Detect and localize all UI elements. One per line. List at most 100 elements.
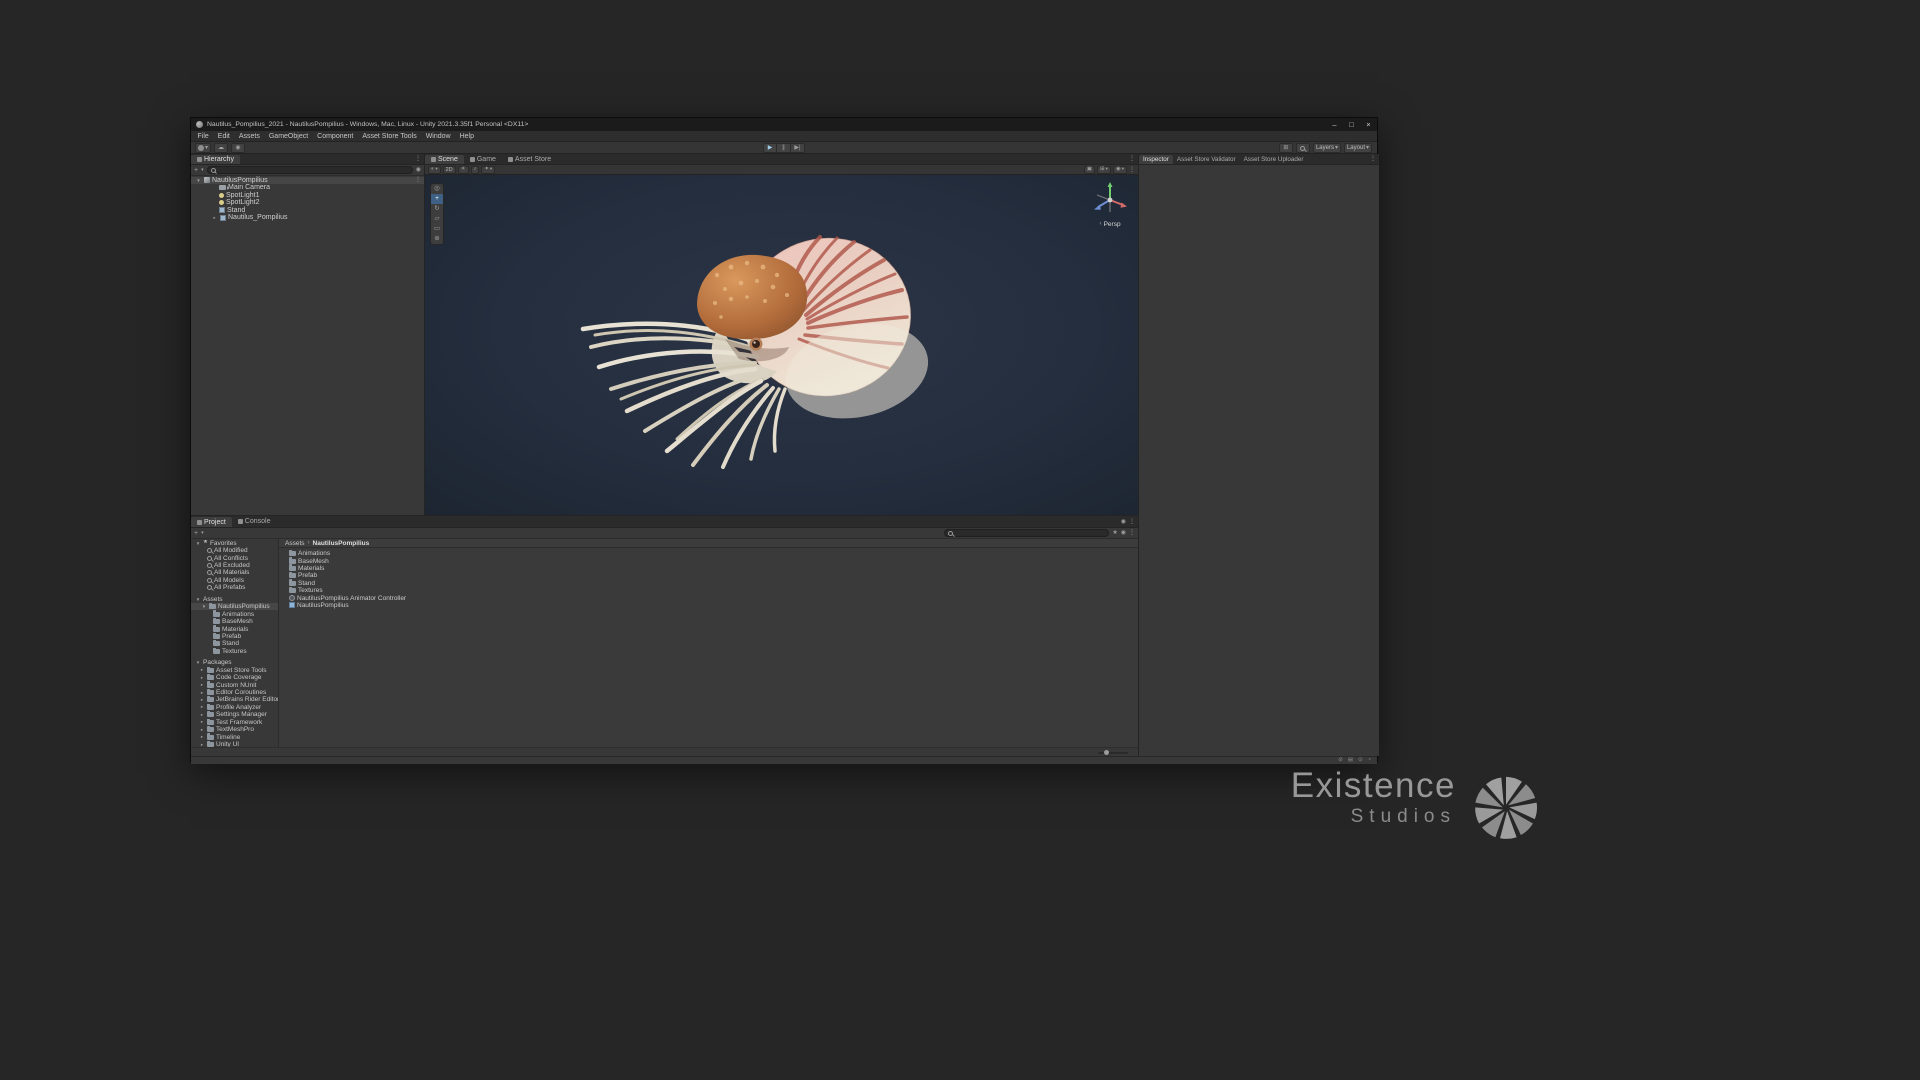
favorite-all-materials[interactable]: All Materials <box>191 569 278 576</box>
tab-console[interactable]: Console <box>232 516 277 527</box>
kebab-menu-icon[interactable]: ⋮ <box>1129 530 1135 536</box>
account-button[interactable]: ▾ <box>195 143 212 153</box>
favorites-header[interactable]: ▼ ★ Favorites <box>191 540 278 547</box>
create-dropdown-icon[interactable]: ▾ <box>201 167 204 173</box>
tree-item-textures[interactable]: Textures <box>191 647 278 655</box>
foldout-closed-icon[interactable]: ▸ <box>199 712 205 718</box>
foldout-closed-icon[interactable]: ▸ <box>199 704 205 710</box>
scene-orientation-gizmo[interactable] <box>1088 178 1132 222</box>
scale-tool-button[interactable]: ▱ <box>431 214 443 224</box>
file-basemesh[interactable]: BaseMesh <box>289 557 1138 565</box>
cloud-button[interactable]: ☁ <box>214 143 229 153</box>
maximize-button[interactable]: □ <box>1343 118 1360 131</box>
kebab-menu-icon[interactable]: ⋮ <box>1129 156 1135 162</box>
file-stand[interactable]: Stand <box>289 579 1138 587</box>
foldout-closed-icon[interactable]: ▸ <box>199 727 205 733</box>
foldout-open-icon[interactable]: ▼ <box>195 178 202 183</box>
foldout-closed-icon[interactable]: ▸ <box>199 667 205 673</box>
console-errors-icon[interactable]: ⊘ <box>1338 757 1343 764</box>
favorite-all-prefabs[interactable]: All Prefabs <box>191 584 278 591</box>
kebab-menu-icon[interactable]: ⋮ <box>1129 519 1135 525</box>
file-animations[interactable]: Animations <box>289 549 1138 557</box>
foldout-open-icon[interactable]: ▼ <box>195 541 201 546</box>
package-custom-nunit[interactable]: ▸ Custom NUnit <box>191 681 278 689</box>
favorite-all-excluded[interactable]: All Excluded <box>191 562 278 569</box>
file-animator-controller[interactable]: NautilusPompilius Animator Controller <box>289 594 1138 602</box>
file-nautilus-prefab[interactable]: NautilusPompilius <box>289 602 1138 609</box>
foldout-closed-icon[interactable]: ▸ <box>199 690 205 696</box>
create-asset-dropdown-icon[interactable]: ▾ <box>201 530 204 536</box>
tree-item-nautiluspompilius[interactable]: ▼ NautilusPompilius <box>191 603 278 611</box>
foldout-closed-icon[interactable]: ▸ <box>211 215 218 221</box>
play-button[interactable]: ▶ <box>763 143 777 153</box>
foldout-closed-icon[interactable]: ▸ <box>199 734 205 740</box>
tree-item-animations[interactable]: Animations <box>191 610 278 618</box>
package-profile-analyzer[interactable]: ▸ Profile Analyzer <box>191 703 278 711</box>
scene-audio-toggle[interactable]: ♪ <box>470 165 480 174</box>
foldout-closed-icon[interactable]: ▸ <box>199 682 205 688</box>
menu-component[interactable]: Component <box>313 133 358 140</box>
tree-item-stand[interactable]: Stand <box>191 640 278 647</box>
hierarchy-search-input[interactable] <box>206 166 413 174</box>
foldout-open-icon[interactable]: ▼ <box>195 597 201 602</box>
foldout-open-icon[interactable]: ▼ <box>195 660 201 665</box>
package-asset-store-tools[interactable]: ▸ Asset Store Tools <box>191 666 278 674</box>
thumbnail-zoom-slider[interactable] <box>1098 750 1128 755</box>
tab-inspector[interactable]: Inspector <box>1139 155 1173 164</box>
hierarchy-item-nautilus[interactable]: ▸ Nautilus_Pompilius <box>191 214 424 222</box>
perspective-toggle[interactable]: ‹ Persp <box>1075 221 1138 229</box>
package-timeline[interactable]: ▸ Timeline <box>191 733 278 741</box>
foldout-closed-icon[interactable]: ▸ <box>199 697 205 703</box>
view-tool-button[interactable]: ◎ <box>431 184 443 194</box>
tree-item-materials[interactable]: Materials <box>191 625 278 633</box>
effects-dropdown[interactable]: ✦ ▾ <box>481 165 496 174</box>
layers-dropdown[interactable]: Layers ▾ <box>1312 143 1341 153</box>
tab-asset-store-validator[interactable]: Asset Store Validator <box>1173 154 1240 164</box>
toggle-2d-button[interactable]: 2D <box>442 165 456 174</box>
package-test-framework[interactable]: ▸ Test Framework <box>191 718 278 726</box>
tab-hierarchy[interactable]: Hierarchy <box>191 155 240 164</box>
close-button[interactable]: × <box>1360 118 1377 131</box>
assets-header[interactable]: ▼ Assets <box>191 596 278 603</box>
tab-asset-store-uploader[interactable]: Asset Store Uploader <box>1240 154 1308 164</box>
console-warnings-icon[interactable]: ▤ <box>1348 757 1353 764</box>
favorite-all-modified[interactable]: All Modified <box>191 547 278 554</box>
transform-tool-button[interactable]: ⊕ <box>431 234 443 244</box>
file-textures[interactable]: Textures <box>289 586 1138 594</box>
hierarchy-scene-row[interactable]: ▼ NautilusPompilius ⋮ <box>191 176 424 184</box>
favorites-filter-icon[interactable]: ★ <box>1112 530 1117 536</box>
console-messages-icon[interactable]: ⊙ <box>1358 757 1363 764</box>
title-bar[interactable]: Nautilus_Pompilius_2021 - NautilusPompil… <box>191 118 1377 131</box>
breadcrumb-current[interactable]: NautilusPompilius <box>313 540 370 547</box>
gizmos-dropdown[interactable]: ◉ ▾ <box>1112 165 1127 174</box>
scene-viewport[interactable]: ◎ + ↻ ▱ ▭ ⊕ ‹ Persp <box>425 175 1138 515</box>
file-prefab[interactable]: Prefab <box>289 571 1138 579</box>
create-button[interactable]: + <box>194 167 198 174</box>
pause-button[interactable]: ∥ <box>777 143 791 153</box>
scene-options-kebab-icon[interactable]: ⋮ <box>415 177 421 183</box>
kebab-menu-icon[interactable]: ⋮ <box>1129 167 1135 173</box>
draw-mode-dropdown[interactable]: ◐ ▾ <box>428 165 441 174</box>
scene-lighting-toggle[interactable]: ☀ <box>457 165 469 174</box>
kebab-menu-icon[interactable]: ⋮ <box>1370 156 1376 162</box>
favorite-all-conflicts[interactable]: All Conflicts <box>191 554 278 562</box>
menu-assets[interactable]: Assets <box>234 133 264 140</box>
rotate-tool-button[interactable]: ↻ <box>431 204 443 214</box>
undo-history-button[interactable]: ⊞ <box>1278 143 1293 153</box>
grid-visibility-dropdown[interactable]: ⊞ ▾ <box>1097 165 1111 174</box>
scene-camera-settings-button[interactable]: ▣ <box>1083 165 1096 174</box>
foldout-closed-icon[interactable]: ▸ <box>199 719 205 725</box>
menu-help[interactable]: Help <box>455 133 478 140</box>
hierarchy-item-spotlight1[interactable]: SpotLight1 <box>191 192 424 200</box>
kebab-menu-icon[interactable]: ⋮ <box>415 156 421 162</box>
tab-game[interactable]: Game <box>464 154 502 164</box>
foldout-open-icon[interactable]: ▼ <box>201 604 207 609</box>
tab-scene[interactable]: Scene <box>425 155 464 164</box>
favorite-all-models[interactable]: All Models <box>191 577 278 584</box>
layout-dropdown[interactable]: Layout ▾ <box>1343 143 1372 153</box>
hidden-packages-icon[interactable]: ◉ <box>1121 530 1126 536</box>
background-activity-icon[interactable]: ◔ <box>1368 757 1371 764</box>
rect-tool-button[interactable]: ▭ <box>431 224 443 234</box>
tab-asset-store[interactable]: Asset Store <box>502 154 557 164</box>
breadcrumb-root[interactable]: Assets <box>285 540 305 547</box>
